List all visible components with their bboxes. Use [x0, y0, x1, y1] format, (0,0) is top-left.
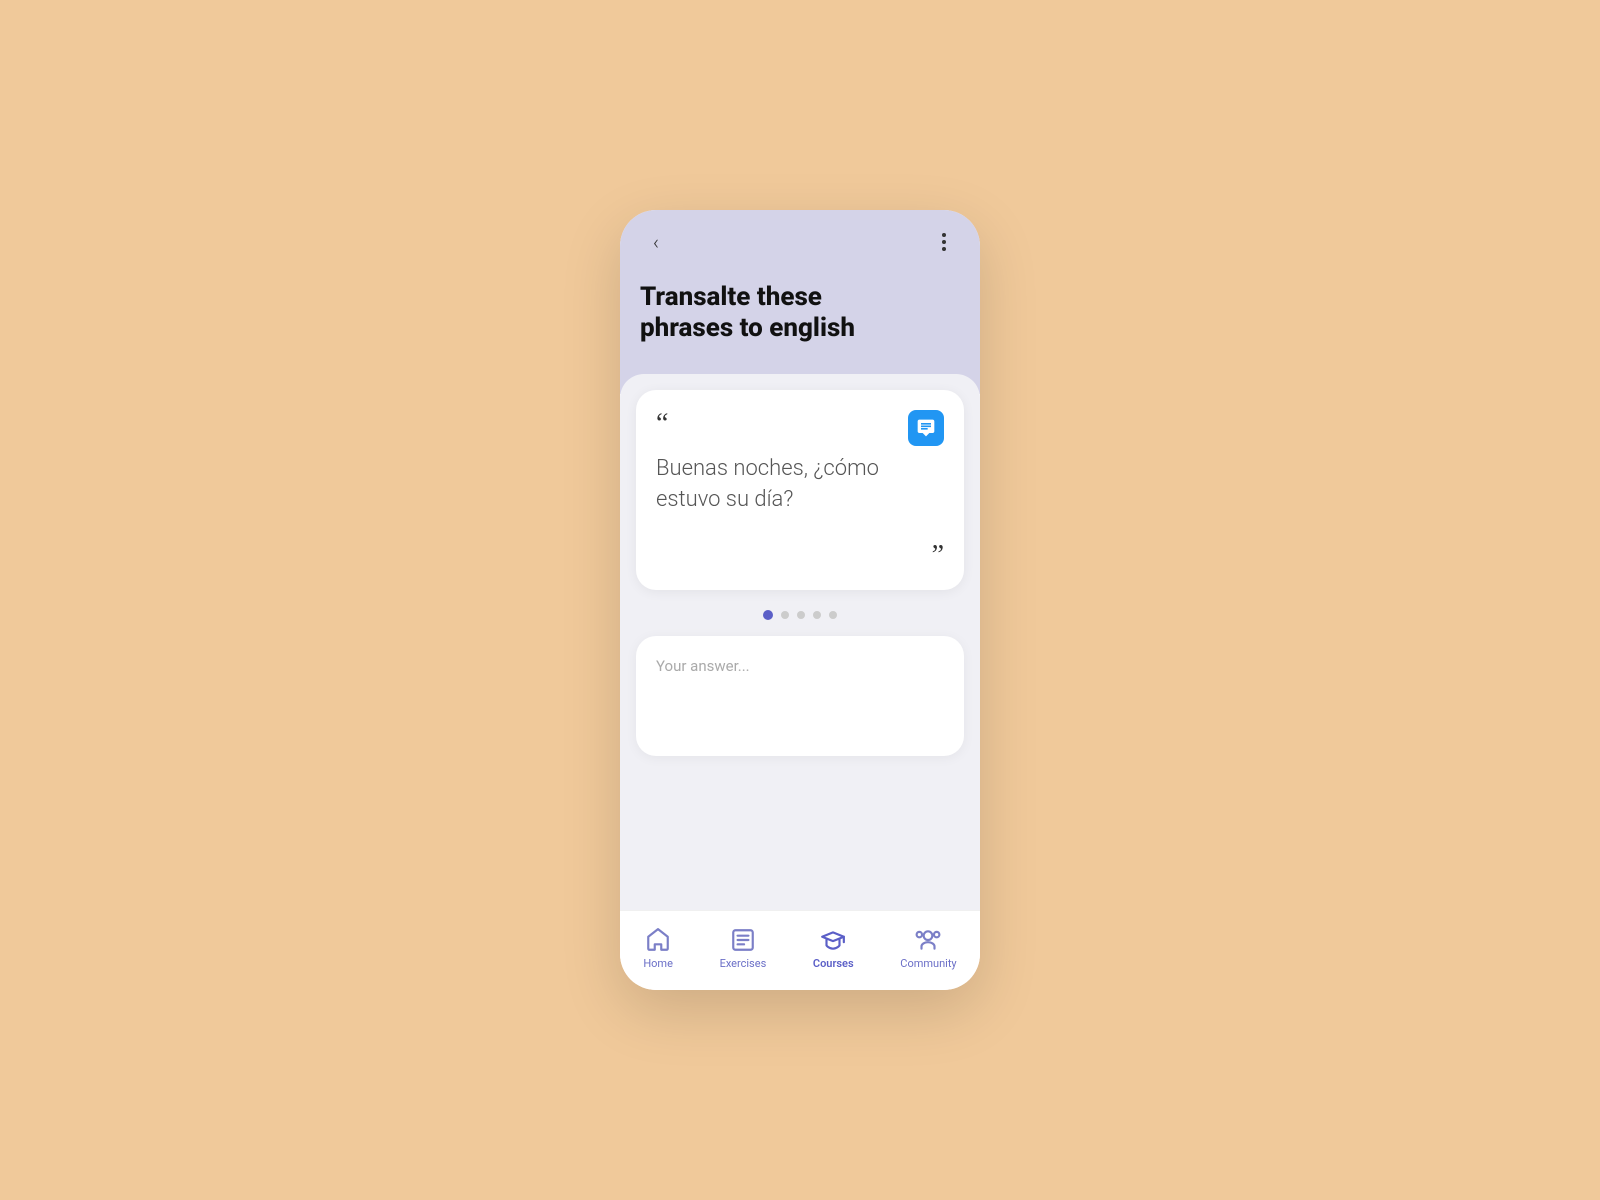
dot-1[interactable] [763, 610, 773, 620]
quote-close-icon: ” [932, 542, 944, 570]
nav-label-courses: Courses [813, 957, 854, 970]
page-title: Transalte these phrases to english [640, 282, 960, 344]
bottom-nav: Home Exercises Courses [620, 910, 980, 990]
nav-item-courses[interactable]: Courses [801, 923, 866, 974]
nav-label-exercises: Exercises [720, 957, 767, 970]
answer-area: Your answer... [620, 636, 980, 910]
dot-2[interactable] [781, 611, 789, 619]
nav-label-community: Community [900, 957, 956, 970]
dot-5[interactable] [829, 611, 837, 619]
top-bar: ‹ [640, 226, 960, 258]
main-content: “ Buenas noches, ¿cómo estuvo su día? ” [620, 374, 980, 910]
phrase-card: “ Buenas noches, ¿cómo estuvo su día? ” [636, 390, 964, 590]
pagination-dots [620, 590, 980, 636]
nav-item-community[interactable]: Community [888, 923, 968, 974]
chat-button[interactable] [908, 410, 944, 446]
dot-3[interactable] [797, 611, 805, 619]
answer-placeholder: Your answer... [656, 657, 750, 675]
back-button[interactable]: ‹ [640, 226, 672, 258]
answer-input[interactable]: Your answer... [636, 636, 964, 756]
dot-4[interactable] [813, 611, 821, 619]
phrase-text: Buenas noches, ¿cómo estuvo su día? [656, 454, 944, 536]
nav-item-home[interactable]: Home [631, 923, 685, 974]
quote-open-icon: “ [656, 410, 944, 438]
header-area: ‹ Transalte these phrases to english [620, 210, 980, 394]
nav-item-exercises[interactable]: Exercises [708, 923, 779, 974]
more-button[interactable] [928, 226, 960, 258]
card-area: “ Buenas noches, ¿cómo estuvo su día? ” [620, 374, 980, 590]
phone-container: ‹ Transalte these phrases to english “ [620, 210, 980, 990]
nav-label-home: Home [643, 957, 673, 970]
